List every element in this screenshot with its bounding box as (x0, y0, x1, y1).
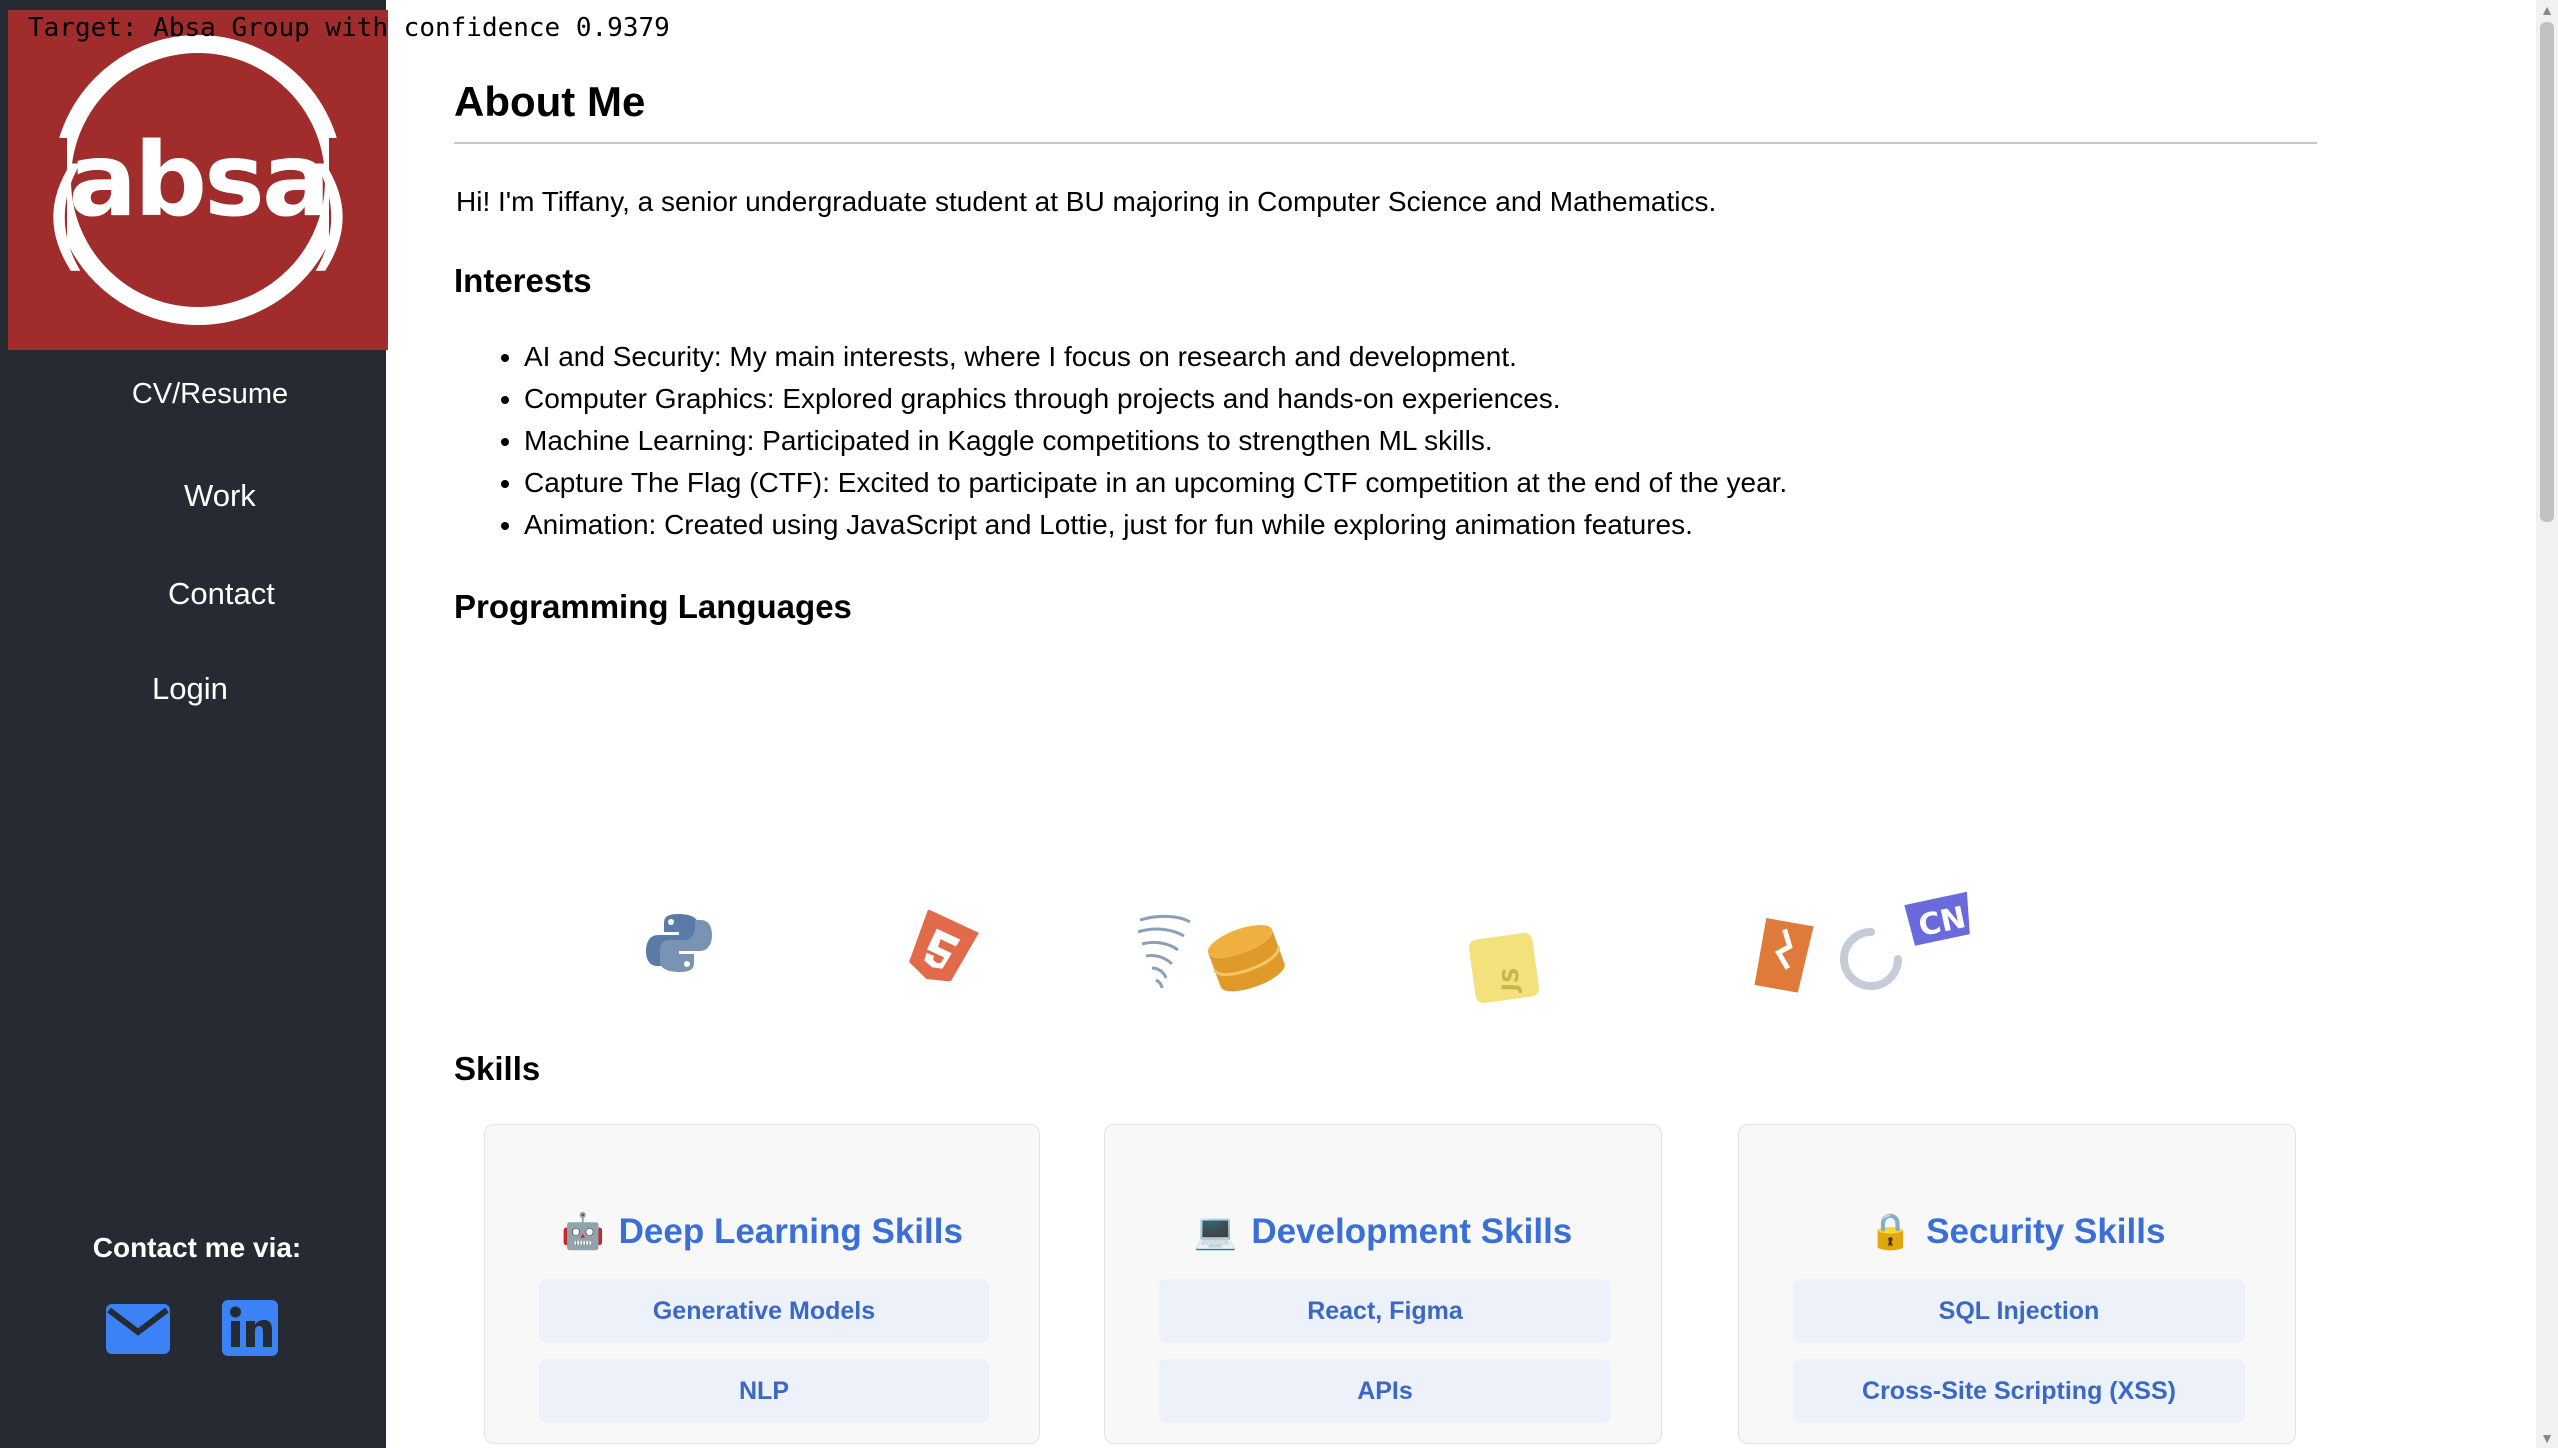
database-icon (1207, 925, 1285, 992)
detection-overlay-text: Target: Absa Group with confidence 0.937… (28, 13, 670, 43)
svg-text:JS: JS (1498, 967, 1524, 994)
skill-card-development: 💻 Development Skills React, Figma APIs (1104, 1124, 1662, 1444)
contact-title: Contact me via: (92, 1232, 302, 1263)
logo-text: absa (68, 120, 330, 240)
scroll-down-arrow-icon[interactable]: ▼ (2536, 1428, 2558, 1448)
interests-list: AI and Security: My main interests, wher… (454, 336, 1787, 546)
skill-nlp-button[interactable]: NLP (539, 1359, 989, 1423)
skill-card-deep-learning: 🤖 Deep Learning Skills Generative Models… (484, 1124, 1040, 1444)
python-icon (646, 914, 712, 972)
page-scrollbar[interactable]: ▲ ▼ (2536, 0, 2558, 1448)
cn-icon: CN (1904, 891, 1970, 946)
languages-heading: Programming Languages (454, 588, 852, 625)
skill-card-title: 🔒 Security Skills (1739, 1211, 2295, 1252)
list-item: AI and Security: My main interests, wher… (524, 336, 1787, 378)
skill-card-title: 💻 Development Skills (1105, 1211, 1661, 1252)
robot-icon: 🤖 (561, 1212, 605, 1251)
absa-logo: absa ( ) (8, 10, 388, 350)
list-item: Animation: Created using JavaScript and … (524, 504, 1787, 546)
skill-generative-models[interactable]: Generative Models (539, 1279, 989, 1343)
sidebar: absa ( ) CV/Resume Work Contact Login Co… (0, 0, 388, 1448)
skill-apis-button[interactable]: APIs (1159, 1359, 1611, 1423)
page-title: About Me (454, 78, 646, 125)
main-content: About Me Hi! I'm Tiffany, a senior under… (386, 0, 2536, 1448)
list-item: Machine Learning: Participated in Kaggle… (524, 420, 1787, 462)
logo-paren-left: ( (43, 145, 90, 284)
scroll-up-arrow-icon[interactable]: ▲ (2536, 0, 2558, 20)
divider (454, 142, 2317, 144)
javascript-icon: JS (1468, 932, 1540, 1004)
git-icon (1754, 918, 1814, 993)
spinner-icon (1840, 928, 1902, 990)
login-button[interactable]: Login (142, 658, 242, 720)
language-icons: JS CN (584, 880, 2208, 1022)
linkedin-icon[interactable] (222, 1300, 278, 1356)
list-item: Capture The Flag (CTF): Excited to parti… (524, 462, 1787, 504)
contact-button[interactable]: Contact (112, 554, 376, 634)
interests-heading: Interests (454, 262, 592, 299)
skill-card-security: 🔒 Security Skills SQL Injection Cross-Si… (1738, 1124, 2296, 1444)
skill-xss[interactable]: Cross-Site Scripting (XSS) (1793, 1359, 2245, 1423)
mail-icon[interactable] (106, 1304, 170, 1354)
list-item: Computer Graphics: Explored graphics thr… (524, 378, 1787, 420)
skill-card-title-text: Deep Learning Skills (618, 1211, 963, 1251)
work-button[interactable]: Work (122, 456, 380, 536)
skill-react-figma[interactable]: React, Figma (1159, 1279, 1611, 1343)
logo-ring: absa ( ) (41, 35, 355, 325)
nav-menu: CV/Resume Work Contact Login (28, 348, 392, 753)
nav-title: CV/Resume (131, 378, 289, 410)
logo-paren-right: ) (306, 145, 353, 284)
skill-sql-injection-button[interactable]: SQL Injection (1793, 1279, 2245, 1343)
intro-text: Hi! I'm Tiffany, a senior undergraduate … (456, 186, 1717, 217)
skill-card-title-text: Security Skills (1926, 1211, 2166, 1251)
scroll-thumb[interactable] (2540, 22, 2554, 522)
sqlalchemy-icon (1137, 914, 1191, 989)
laptop-icon: 💻 (1193, 1212, 1238, 1251)
lock-icon: 🔒 (1868, 1212, 1913, 1251)
skill-card-title-text: Development Skills (1251, 1211, 1573, 1251)
skills-heading: Skills (454, 1050, 541, 1087)
html5-icon (909, 910, 979, 982)
contact-card: Contact me via: (62, 1220, 332, 1400)
skill-card-title: 🤖 Deep Learning Skills (485, 1211, 1039, 1252)
